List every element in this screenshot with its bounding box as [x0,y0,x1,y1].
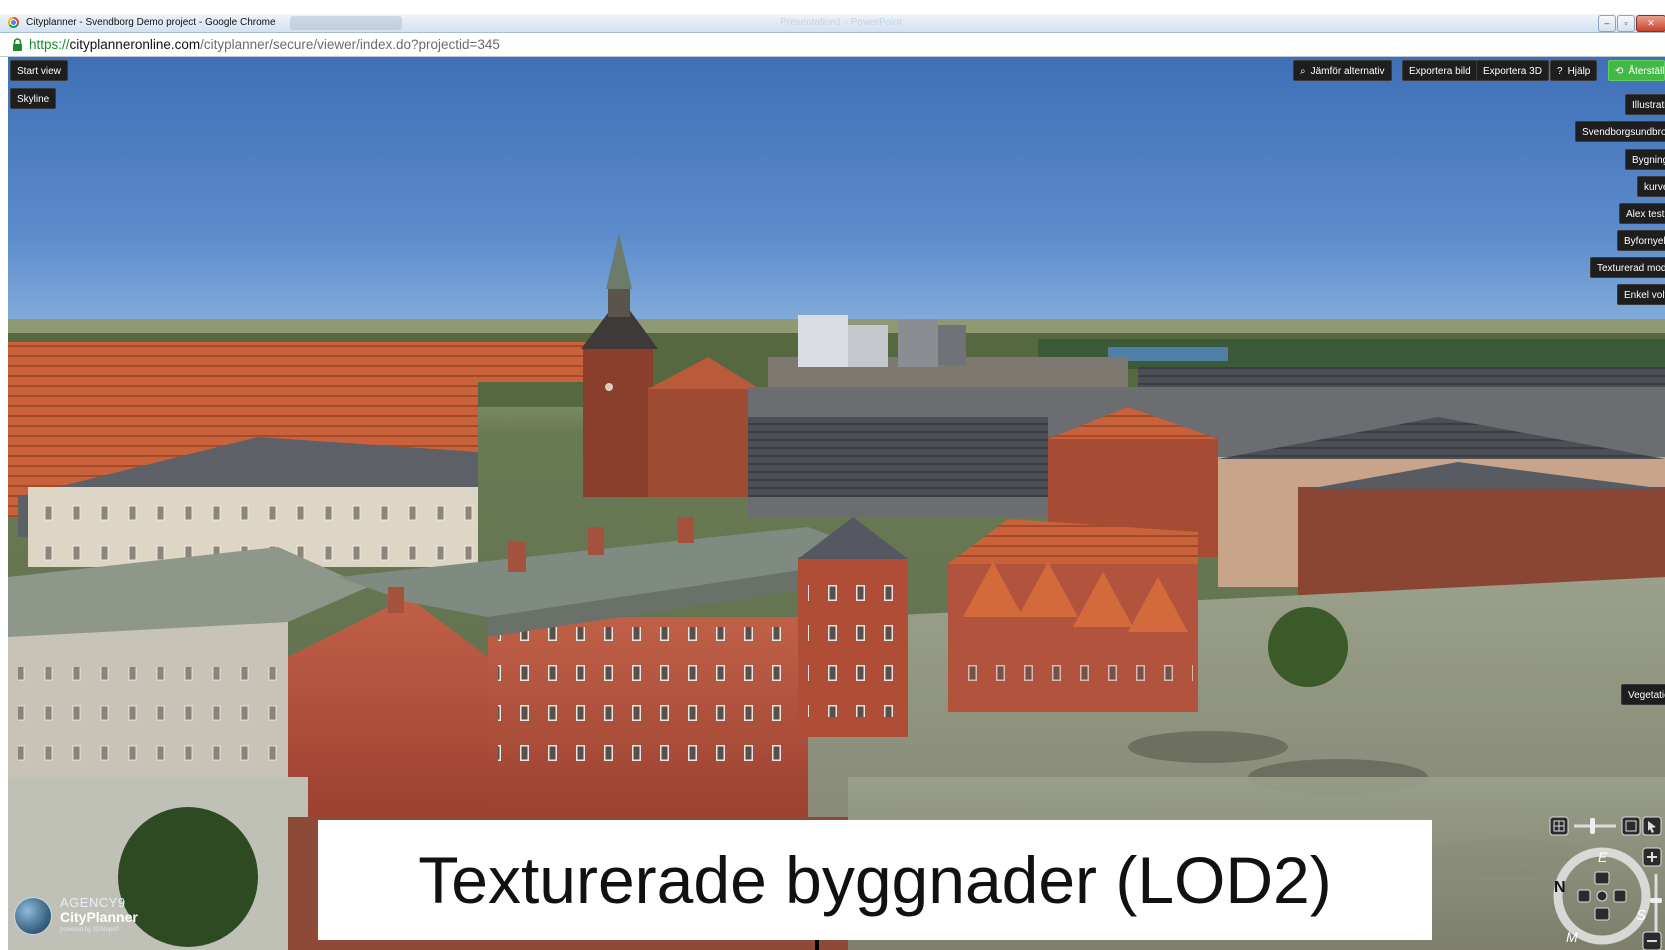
view-mode-icon[interactable] [1549,816,1569,836]
chrome-favicon-icon [8,17,19,28]
compass-e: E [1598,849,1608,865]
globe-logo-icon [14,897,52,935]
url-text[interactable]: https://cityplanneronline.com/cityplanne… [29,37,500,52]
compass-icon[interactable]: E N S M [1553,847,1651,945]
start-view-button[interactable]: Start view [10,60,68,81]
layer-texturerad-model[interactable]: Texturerad model [1590,257,1665,278]
skyline-button[interactable]: Skyline [10,88,57,109]
restore-button[interactable]: ⟲ Återställ [1608,60,1665,81]
compass-m: M [1566,929,1578,945]
browser-titlebar: Cityplanner - Svendborg Demo project - G… [0,14,1665,33]
zoom-slider[interactable] [1650,874,1662,932]
map-mode-icon[interactable] [1621,816,1641,836]
help-icon: ? [1557,66,1563,77]
lock-icon [13,38,22,51]
ghost-window-title: Presentation1 - PowerPoint [780,17,902,28]
restore-icon: ⟲ [1615,66,1624,77]
background-tab-ghost [290,16,402,30]
layer-alex-test[interactable]: Alex test [1619,203,1665,224]
layer-illustration[interactable]: Illustration [1625,94,1665,115]
help-label: Hjälp [1567,66,1591,77]
search-icon: ⌕ [1300,66,1306,77]
row-houses [948,519,1198,712]
url-path: /cityplanner/secure/viewer/index.do?proj… [200,37,500,52]
layer-kurve[interactable]: kurve [1637,176,1665,197]
zoom-out-icon[interactable] [1642,931,1662,950]
cityplanner-logo: AGENCY9 CityPlanner powered by 3DMaps® [14,892,144,942]
zoom-in-icon[interactable] [1642,847,1662,867]
export-image-button[interactable]: Exportera bild [1402,60,1478,81]
minimize-button[interactable]: – [1598,15,1616,32]
layer-enkel-volym[interactable]: Enkel volym [1617,284,1665,305]
url-host: cityplanneronline.com [69,37,201,52]
layer-svendborgsundbroen[interactable]: Svendborgsundbroen [1575,121,1665,142]
maximize-button[interactable]: ▫ [1617,15,1635,32]
logo-powered-by: powered by 3DMaps® [60,927,120,933]
help-button[interactable]: ? Hjälp [1550,60,1598,81]
window-title: Cityplanner - Svendborg Demo project - G… [26,17,276,28]
url-scheme: https:// [29,37,70,52]
navigation-controls[interactable]: E N S M [1540,812,1665,950]
tilt-slider[interactable] [1574,818,1616,834]
export-3d-button[interactable]: Exportera 3D [1476,60,1549,81]
compare-alternatives-button[interactable]: ⌕ Jämför alternativ [1293,60,1392,81]
close-window-button[interactable]: ✕ [1636,15,1665,32]
logo-agency9: AGENCY9 [60,895,126,910]
city-3d-scene [8,233,1665,950]
layer-vegetation[interactable]: Vegetation [1621,684,1665,705]
restore-label: Återställ [1628,66,1665,77]
layer-bygning[interactable]: Bygning [1625,149,1665,170]
compass-n: N [1554,879,1566,896]
compass-s: S [1636,907,1646,924]
slide-caption: Texturerade byggnader (LOD2) [318,820,1432,940]
pointer-tool-icon[interactable] [1642,816,1662,836]
compare-label: Jämför alternativ [1310,66,1385,77]
layer-byfornyelse[interactable]: Byfornyels [1617,230,1665,251]
3d-viewer-canvas[interactable]: Start view Skyline ⌕ Jämför alternativ Ex… [8,57,1665,950]
logo-cityplanner: CityPlanner [60,909,138,925]
address-bar[interactable]: https://cityplanneronline.com/cityplanne… [0,33,1665,57]
